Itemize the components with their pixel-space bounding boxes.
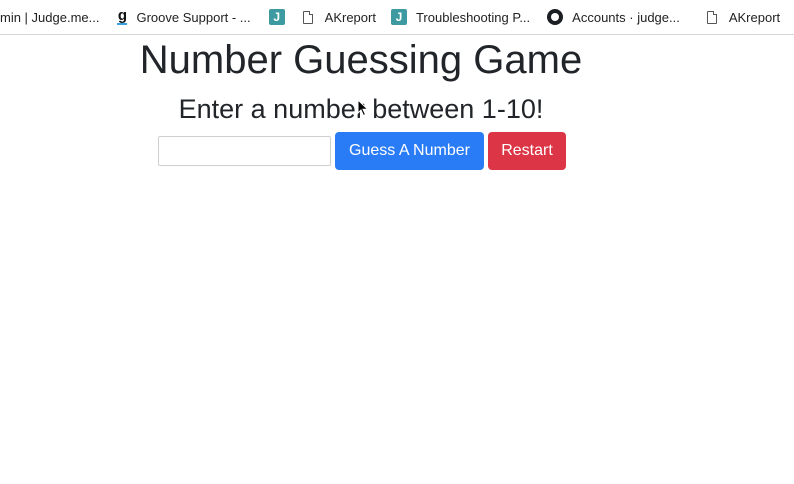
groove-icon: g xyxy=(117,7,128,25)
j-icon: J xyxy=(390,9,407,25)
bookmark-judgeme-admin[interactable]: min | Judge.me... xyxy=(0,10,99,25)
bookmark-troubleshooting[interactable]: J Troubleshooting P... xyxy=(390,9,531,25)
bookmark-groove-support[interactable]: g Groove Support - ... xyxy=(117,7,251,25)
bookmark-akreport[interactable]: AKreport xyxy=(302,9,376,25)
bookmark-label: min | Judge.me... xyxy=(0,9,100,25)
bookmark-label: Accounts · judge... xyxy=(572,9,680,25)
bookmarks-bar: min | Judge.me... g Groove Support - ...… xyxy=(0,0,794,35)
guess-form: Guess A Number Restart xyxy=(158,132,566,170)
github-icon xyxy=(547,9,564,25)
page-icon xyxy=(706,10,717,24)
bookmark-akreport-2[interactable]: AKreport xyxy=(706,9,781,25)
bookmark-label: AKreport xyxy=(324,9,376,25)
mouse-cursor-icon xyxy=(357,99,369,117)
bookmark-accounts[interactable]: Accounts · judge... xyxy=(547,9,680,25)
page-title: Number Guessing Game xyxy=(139,38,583,82)
guess-input[interactable] xyxy=(158,136,331,166)
page-icon xyxy=(302,10,313,24)
guess-button[interactable]: Guess A Number xyxy=(335,132,484,170)
bookmark-label: AKreport xyxy=(728,9,781,25)
bookmark-j[interactable]: J xyxy=(268,9,285,25)
restart-button[interactable]: Restart xyxy=(488,132,566,170)
bookmark-label: Groove Support - ... xyxy=(136,9,251,25)
bookmark-label: Troubleshooting P... xyxy=(415,9,531,25)
j-icon: J xyxy=(268,9,285,25)
